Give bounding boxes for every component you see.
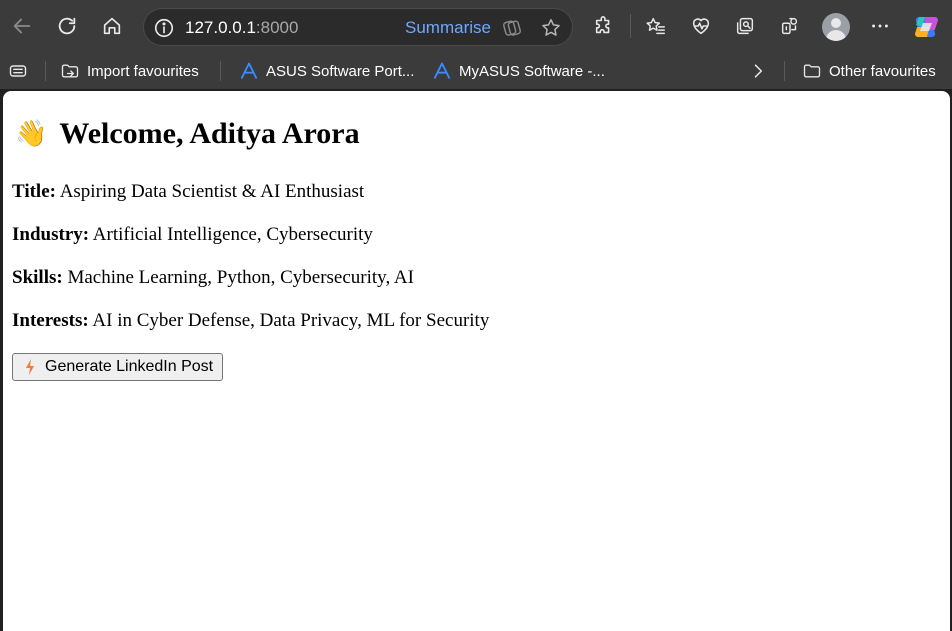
bookmarks-divider [45,61,46,81]
bookmarks-bar: Import favourites ASUS Software Port... … [0,53,952,89]
page-title: 👋 Welcome, Aditya Arora [15,117,360,151]
lightning-icon [26,359,34,375]
field-value: Machine Learning, Python, Cybersecurity,… [67,267,414,288]
web-page: 👋 Welcome, Aditya Arora Title: Aspiring … [3,91,950,631]
avatar-body-shape [826,30,846,41]
extensions-button[interactable] [588,10,620,42]
browser-essentials-button[interactable] [685,10,717,42]
field-label: Industry: [12,224,90,245]
generate-linkedin-post-button[interactable]: Generate LinkedIn Post [12,353,224,381]
field-value: Artificial Intelligence, Cybersecurity [92,224,373,245]
profile-avatar[interactable] [822,13,850,41]
url-text[interactable]: 127.0.0.1:8000 [185,17,298,39]
collections-icon [736,17,754,35]
greeting-text: Welcome, Aditya Arora [59,117,360,150]
field-value: AI in Cyber Defense, Data Privacy, ML fo… [92,310,490,331]
field-label: Interests: [12,310,89,331]
bookmark-label: ASUS Software Port... [266,62,415,80]
profile-skills-row: Skills: Machine Learning, Python, Cybers… [12,267,414,289]
waving-hand-icon: 👋 [15,119,48,149]
home-button[interactable] [96,10,128,42]
more-dots-icon [872,24,888,28]
profile-title-row: Title: Aspiring Data Scientist & AI Enth… [12,181,364,203]
heartbeat-icon [692,18,710,35]
bookmarks-divider [784,61,785,81]
back-arrow-icon [13,18,31,34]
site-info-icon[interactable] [153,17,175,39]
bookmark-label: MyASUS Software -... [459,62,605,80]
performance-button[interactable] [774,10,806,42]
bookmark-label: Other favourites [829,62,936,80]
generate-button-label: Generate LinkedIn Post [45,358,214,375]
field-value: Aspiring Data Scientist & AI Enthusiast [59,181,365,202]
address-bar[interactable]: 127.0.0.1:8000 Summarise [143,8,573,46]
field-label: Skills: [12,267,63,288]
toolbar-divider [630,14,631,38]
profile-industry-row: Industry: Artificial Intelligence, Cyber… [12,224,373,246]
copilot-summary-icon[interactable] [501,17,523,39]
home-icon [103,17,121,35]
favourites-button[interactable] [640,10,672,42]
refresh-button[interactable] [51,10,83,42]
copilot-icon[interactable] [913,13,941,41]
profile-interests-row: Interests: AI in Cyber Defense, Data Pri… [12,310,489,332]
url-host: 127.0.0.1 [185,18,256,37]
avatar-head-shape [831,18,841,28]
asus-logo-icon [240,62,258,79]
back-button[interactable] [6,10,38,42]
chevron-right-icon [754,64,763,78]
bookmark-other-favourites[interactable]: Other favourites [802,53,936,89]
import-icon [61,64,79,78]
tab-actions-button[interactable] [8,53,35,89]
favourite-star-icon[interactable] [540,17,562,39]
puzzle-icon [595,16,610,34]
performance-icon [781,17,798,35]
refresh-icon [58,17,76,35]
bookmark-label: Import favourites [87,62,199,80]
summarise-button[interactable]: Summarise [405,17,491,39]
settings-menu-button[interactable] [864,10,896,42]
bookmark-asus-software-portal[interactable]: ASUS Software Port... [239,53,414,89]
bookmarks-overflow-button[interactable] [748,53,775,89]
browser-toolbar: 127.0.0.1:8000 Summarise [0,0,952,53]
bookmark-import-favourites[interactable]: Import favourites [60,53,199,89]
bookmarks-divider [220,61,221,81]
field-label: Title: [12,181,56,202]
folder-icon [803,64,821,78]
bookmark-myasus-software[interactable]: MyASUS Software -... [432,53,605,89]
url-port: :8000 [255,18,299,37]
asus-logo-icon [433,62,451,79]
favourites-list-icon [646,17,665,35]
tab-actions-icon [9,65,27,77]
collections-button[interactable] [729,10,761,42]
